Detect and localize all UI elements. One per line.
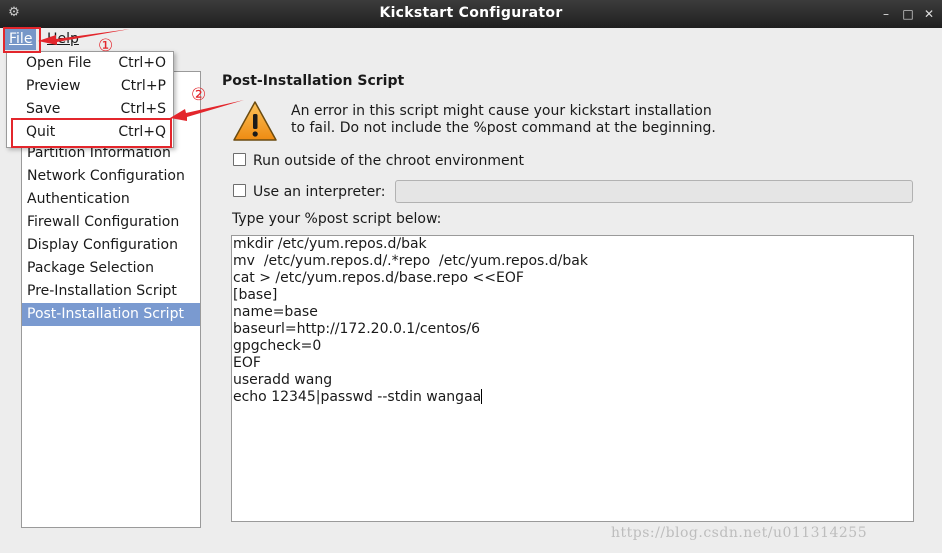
warning-line-1: An error in this script might cause your… <box>291 103 712 119</box>
menu-item-label: Quit <box>26 124 56 140</box>
sidebar-item-authentication[interactable]: Authentication <box>22 188 200 211</box>
script-line: EOF <box>233 355 261 371</box>
menu-file[interactable]: File <box>5 29 37 50</box>
warning-line-2: to fail. Do not include the %post comman… <box>291 120 716 136</box>
annotation-step-2: ② <box>191 85 207 105</box>
script-line: useradd wang <box>233 372 333 388</box>
chroot-checkbox[interactable] <box>233 153 246 166</box>
sidebar-item-network-configuration[interactable]: Network Configuration <box>22 165 200 188</box>
section-title: Post-Installation Script <box>222 73 405 89</box>
close-icon[interactable]: ✕ <box>922 7 936 21</box>
script-prompt: Type your %post script below: <box>232 211 442 227</box>
chroot-label: Run outside of the chroot environment <box>253 153 524 169</box>
interpreter-label: Use an interpreter: <box>253 184 386 200</box>
file-menu-dropdown: Open File Ctrl+O Preview Ctrl+P Save Ctr… <box>6 51 174 148</box>
menu-item-label: Preview <box>26 78 81 94</box>
script-line: gpgcheck=0 <box>233 338 322 354</box>
chroot-checkbox-row[interactable]: Run outside of the chroot environment <box>233 152 524 170</box>
menu-item-preview[interactable]: Preview Ctrl+P <box>7 75 173 98</box>
menu-item-accel: Ctrl+S <box>120 101 166 117</box>
menu-item-quit[interactable]: Quit Ctrl+Q <box>7 121 173 144</box>
script-line: baseurl=http://172.20.0.1/centos/6 <box>233 321 481 337</box>
minimize-icon[interactable]: – <box>879 7 893 21</box>
window-title: Kickstart Configurator <box>379 5 563 21</box>
sidebar-item-firewall-configuration[interactable]: Firewall Configuration <box>22 211 200 234</box>
menu-item-accel: Ctrl+O <box>118 55 166 71</box>
sidebar-item-pre-installation-script[interactable]: Pre-Installation Script <box>22 280 200 303</box>
warning-text: An error in this script might cause your… <box>291 103 731 137</box>
title-bar: ⚙ Kickstart Configurator – □ ✕ <box>0 0 942 29</box>
script-line: [base] <box>233 287 278 303</box>
sidebar-item-display-configuration[interactable]: Display Configuration <box>22 234 200 257</box>
annotation-step-1: ① <box>98 36 114 56</box>
sidebar-item-package-selection[interactable]: Package Selection <box>22 257 200 280</box>
menu-item-label: Open File <box>26 55 92 71</box>
interpreter-input[interactable] <box>395 180 913 203</box>
script-line: echo 12345|passwd --stdin wangaa <box>233 389 482 405</box>
menu-item-accel: Ctrl+P <box>120 78 166 94</box>
menu-item-open-file[interactable]: Open File Ctrl+O <box>7 52 173 75</box>
menu-item-accel: Ctrl+Q <box>118 124 166 140</box>
menu-item-label: Save <box>26 101 61 117</box>
menu-item-save[interactable]: Save Ctrl+S <box>7 98 173 121</box>
watermark: https://blog.csdn.net/u011314255 <box>611 525 868 541</box>
menu-bar: File Help <box>0 28 942 51</box>
script-line: cat > /etc/yum.repos.d/base.repo <<EOF <box>233 270 524 286</box>
sidebar-item-post-installation-script[interactable]: Post-Installation Script <box>22 303 200 326</box>
warning-triangle-icon <box>233 101 277 141</box>
script-line: name=base <box>233 304 318 320</box>
script-line: mkdir /etc/yum.repos.d/bak <box>233 236 427 252</box>
interpreter-checkbox[interactable] <box>233 184 246 197</box>
script-line: mv /etc/yum.repos.d/.*repo /etc/yum.repo… <box>233 253 588 269</box>
maximize-icon[interactable]: □ <box>901 7 915 21</box>
text-caret <box>481 389 483 404</box>
script-textarea[interactable]: mkdir /etc/yum.repos.d/bak mv /etc/yum.r… <box>231 235 914 522</box>
menu-help[interactable]: Help <box>43 29 83 50</box>
interpreter-checkbox-row[interactable]: Use an interpreter: <box>233 183 385 201</box>
